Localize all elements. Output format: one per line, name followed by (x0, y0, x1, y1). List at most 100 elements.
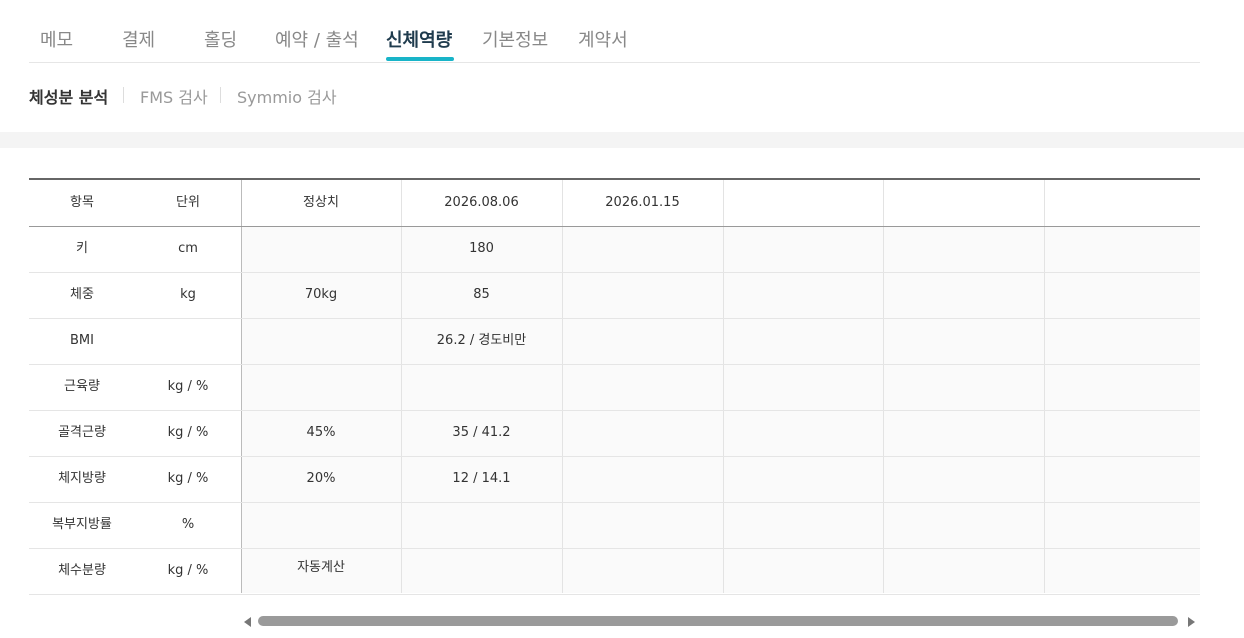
value-cell[interactable] (401, 364, 562, 410)
table-row: 골격근량 kg / % 45% 35 / 41.2 (29, 410, 1200, 457)
unit-cell: kg / % (167, 379, 209, 394)
subtab-divider (220, 87, 221, 103)
value-cell[interactable] (723, 502, 883, 548)
unit-cell: kg / % (167, 563, 209, 578)
tab-payment[interactable]: 결제 (122, 26, 155, 52)
value-cell[interactable] (562, 502, 723, 548)
column-header: 단위 (176, 195, 200, 210)
section-divider-band (0, 132, 1244, 148)
value-cell[interactable] (1044, 502, 1200, 548)
unit-cell: kg / % (167, 471, 209, 486)
value-cell: 70kg (304, 287, 338, 302)
value-cell[interactable] (723, 410, 883, 456)
value-cell (241, 226, 401, 272)
table-row: 키 cm 180 (29, 226, 1200, 273)
row-label: BMI (70, 333, 94, 348)
value-cell[interactable] (1044, 364, 1200, 410)
value-cell[interactable] (723, 226, 883, 272)
value-cell[interactable] (1044, 318, 1200, 364)
scroll-right-arrow[interactable] (1188, 617, 1195, 627)
value-cell[interactable] (562, 548, 723, 594)
column-header: 2026.08.06 (444, 195, 519, 210)
row-label: 체지방량 (58, 471, 106, 486)
value-cell[interactable] (723, 456, 883, 502)
subtab-divider (123, 87, 124, 103)
subtab-symmio-test[interactable]: Symmio 검사 (237, 84, 337, 108)
scroll-left-arrow[interactable] (244, 617, 251, 627)
value-cell[interactable] (562, 226, 723, 272)
row-label: 복부지방률 (52, 517, 112, 532)
top-tab-bar: 메모 결제 홀딩 예약 / 출석 신체역량 기본정보 계약서 (29, 0, 1200, 63)
subtab-fms-test[interactable]: FMS 검사 (140, 84, 208, 108)
horizontal-scrollbar-thumb[interactable] (258, 616, 1178, 626)
value-cell[interactable] (883, 364, 1044, 410)
value-cell: 20% (306, 471, 336, 486)
row-label: 체중 (70, 287, 94, 302)
unit-cell (135, 318, 241, 364)
value-cell[interactable] (723, 318, 883, 364)
table-row: 체수분량 kg / % 자동계산 (29, 548, 1200, 595)
value-cell[interactable] (1044, 226, 1200, 272)
value-cell[interactable] (1044, 548, 1200, 594)
unit-cell: cm (178, 241, 198, 256)
value-cell[interactable] (883, 456, 1044, 502)
column-header (1044, 180, 1200, 226)
value-cell[interactable] (883, 318, 1044, 364)
column-header: 항목 (70, 195, 94, 210)
value-cell[interactable]: 12 / 14.1 (401, 456, 562, 502)
tab-holding[interactable]: 홀딩 (204, 26, 237, 52)
value-cell[interactable]: 85 (401, 272, 562, 318)
active-tab-indicator (386, 57, 454, 61)
tab-physical-ability[interactable]: 신체역량 (386, 26, 452, 52)
table-row: BMI 26.2 / 경도비만 (29, 318, 1200, 365)
value-cell[interactable] (723, 272, 883, 318)
unit-cell: kg (180, 287, 196, 302)
value-cell[interactable] (883, 272, 1044, 318)
value-cell[interactable] (1044, 410, 1200, 456)
table-row: 체지방량 kg / % 20% 12 / 14.1 (29, 456, 1200, 503)
value-cell (241, 318, 401, 364)
horizontal-scrollbar-track[interactable] (258, 616, 1178, 626)
row-label: 체수분량 (58, 563, 106, 578)
value-cell: 45% (306, 425, 336, 440)
value-cell[interactable] (1044, 456, 1200, 502)
unit-cell: % (181, 517, 195, 532)
value-cell[interactable] (562, 364, 723, 410)
value-cell[interactable]: 26.2 / 경도비만 (401, 318, 562, 364)
unit-cell: kg / % (167, 425, 209, 440)
tab-reservation-attendance[interactable]: 예약 / 출석 (275, 26, 359, 52)
value-cell[interactable] (883, 226, 1044, 272)
tab-memo[interactable]: 메모 (40, 26, 73, 52)
value-cell[interactable] (562, 410, 723, 456)
column-header (883, 180, 1044, 226)
column-header: 정상치 (303, 195, 339, 210)
row-label: 키 (76, 241, 88, 256)
value-cell[interactable] (562, 318, 723, 364)
row-label: 근육량 (64, 379, 100, 394)
value-cell[interactable] (401, 502, 562, 548)
value-cell[interactable] (883, 410, 1044, 456)
row-label: 골격근량 (58, 425, 106, 440)
tab-contract[interactable]: 계약서 (578, 26, 628, 52)
tab-basic-info[interactable]: 기본정보 (482, 26, 548, 52)
value-cell (241, 364, 401, 410)
column-header (723, 180, 883, 226)
value-cell[interactable] (562, 272, 723, 318)
table-row: 근육량 kg / % (29, 364, 1200, 411)
value-cell: 자동계산 (297, 560, 345, 575)
value-cell[interactable] (723, 548, 883, 594)
value-cell (241, 502, 401, 548)
column-header: 2026.01.15 (605, 195, 680, 210)
value-cell[interactable] (723, 364, 883, 410)
table-row: 체중 kg 70kg 85 (29, 272, 1200, 319)
value-cell[interactable]: 35 / 41.2 (401, 410, 562, 456)
value-cell[interactable] (562, 456, 723, 502)
value-cell[interactable]: 180 (401, 226, 562, 272)
subtab-body-composition[interactable]: 체성분 분석 (29, 84, 108, 108)
value-cell[interactable] (401, 548, 562, 594)
value-cell[interactable] (883, 548, 1044, 594)
table-row: 복부지방률% (29, 502, 1200, 549)
value-cell[interactable] (883, 502, 1044, 548)
table-header-row: 항목 단위 정상치 2026.08.06 2026.01.15 (29, 180, 1200, 227)
value-cell[interactable] (1044, 272, 1200, 318)
